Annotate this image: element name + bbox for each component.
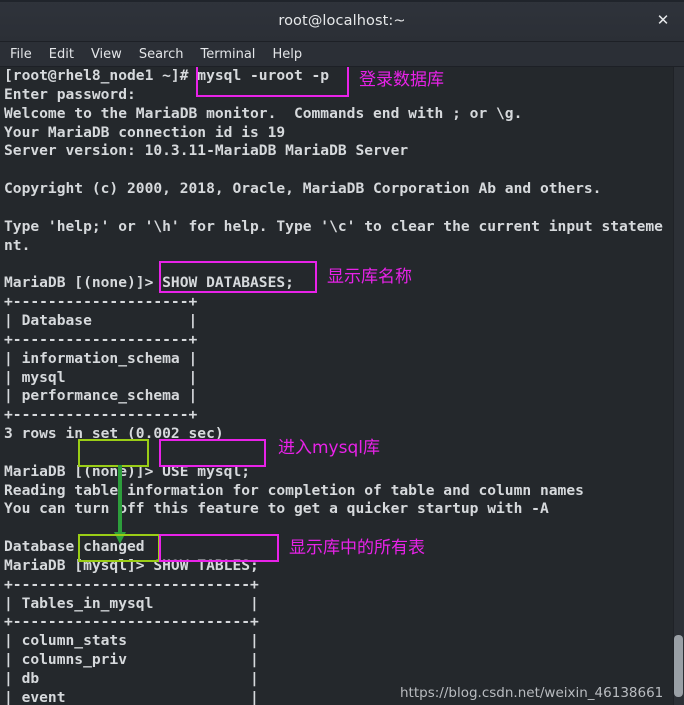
window-title: root@localhost:~	[278, 12, 406, 29]
scrollbar-track[interactable]	[673, 67, 684, 705]
menu-item-search[interactable]: Search	[139, 48, 184, 61]
title-bar: root@localhost:~ ✕	[0, 0, 684, 42]
terminal-window: root@localhost:~ ✕ File Edit View Search…	[0, 0, 684, 705]
menu-item-view[interactable]: View	[91, 48, 122, 61]
watermark-text: https://blog.csdn.net/weixin_46138661	[400, 685, 664, 701]
menu-item-terminal[interactable]: Terminal	[200, 48, 255, 61]
titlebar-accent	[0, 0, 684, 2]
terminal-text: [root@rhel8_node1 ~]# mysql -uroot -p En…	[4, 67, 663, 705]
annotation-label-enter-mysql-db: 进入mysql库	[278, 438, 380, 458]
annotation-label-show-database-names: 显示库名称	[327, 267, 412, 287]
menu-bar: File Edit View Search Terminal Help	[0, 42, 684, 67]
menu-item-file[interactable]: File	[10, 48, 32, 61]
terminal-output-area[interactable]: [root@rhel8_node1 ~]# mysql -uroot -p En…	[0, 67, 684, 705]
annotation-label-show-all-tables: 显示库中的所有表	[289, 538, 425, 558]
scrollbar-thumb[interactable]	[674, 635, 683, 697]
menu-item-edit[interactable]: Edit	[49, 48, 74, 61]
annotation-label-login-database: 登录数据库	[359, 70, 444, 90]
menu-item-help[interactable]: Help	[272, 48, 302, 61]
close-icon[interactable]: ✕	[652, 10, 674, 32]
